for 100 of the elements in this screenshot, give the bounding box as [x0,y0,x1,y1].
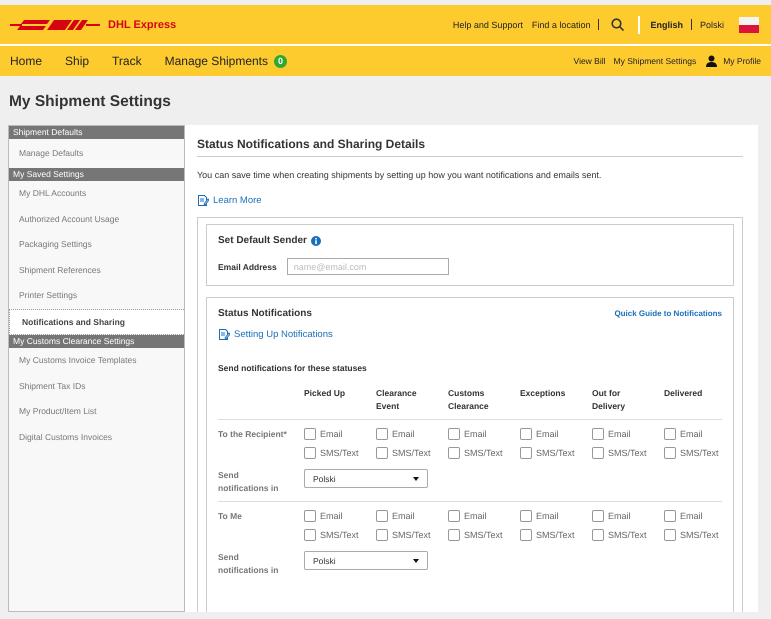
checkbox-label: SMS/Text [320,448,359,458]
link[interactable]: Setting Up Notifications [234,329,333,340]
flag-icon [739,16,759,32]
checkbox[interactable] [376,428,388,440]
checkbox-label: Email [464,511,487,521]
checkbox-label: SMS/Text [392,448,431,458]
search-icon[interactable] [611,18,624,31]
checkbox-label: Email [320,511,343,521]
checkbox-label: SMS/Text [608,448,647,458]
header-link[interactable]: Find a location [532,20,590,30]
sidebar-item[interactable]: My Product/Item List [9,399,184,425]
brand-name: DHL Express [108,18,176,30]
checkbox[interactable] [592,529,604,541]
nav-link[interactable]: Ship [65,54,90,68]
nav-link[interactable]: Manage Shipments [164,54,268,68]
row-label: To the Recipient* [218,428,288,441]
card-title: Status Notifications [218,308,312,319]
sidebar-item[interactable]: Shipment References [9,258,184,284]
email-field[interactable]: name@email.com [286,258,449,275]
sidebar-item[interactable]: Manage Defaults [9,139,184,168]
checkbox-label: Email [392,429,415,439]
page-title: My Shipment Settings [9,93,172,111]
checkbox-label: Email [392,511,415,521]
checkbox-label: SMS/Text [536,530,575,540]
checkbox[interactable] [376,447,388,459]
checkbox[interactable] [448,529,460,541]
card-title: Set Default Sender [218,235,307,246]
checkbox[interactable] [376,510,388,522]
checkbox[interactable] [304,510,316,522]
link[interactable]: Quick Guide to Notifications [614,309,722,318]
nav-link[interactable]: Home [10,54,42,68]
column-header: Clearance Event [376,387,418,413]
checkbox[interactable] [304,529,316,541]
sidebar-section-header: My Saved Settings [9,168,184,181]
checkbox-label: SMS/Text [536,448,575,458]
checkbox[interactable] [448,428,460,440]
info-icon [310,236,321,246]
caret-icon [413,558,419,562]
sidebar-item[interactable]: Printer Settings [9,283,184,309]
checkbox-label: Email [464,429,487,439]
sidebar-section-header: Shipment Defaults [9,126,184,139]
nav-link[interactable]: My Shipment Settings [614,56,696,66]
language-dropdown[interactable]: Polski [304,469,428,488]
checkbox-label: Email [320,429,343,439]
checkbox[interactable] [592,447,604,459]
checkbox-label: SMS/Text [608,530,647,540]
sidebar-item[interactable]: Digital Customs Invoices [9,424,184,450]
checkbox[interactable] [448,447,460,459]
sidebar-section-header: My Customs Clearance Settings [9,334,184,348]
checkbox[interactable] [376,529,388,541]
description-text: You can save time when creating shipments by setting up how you want notifications and emails sent. [197,170,602,180]
checkbox[interactable] [520,529,532,541]
link[interactable]: Learn More [213,195,262,206]
checkbox-label: Email [608,511,631,521]
document-edit-icon [218,328,230,341]
checkbox[interactable] [520,447,532,459]
count-badge: 0 [274,54,288,68]
subtitle: Send notifications for these statuses [218,363,368,373]
checkbox[interactable] [448,510,460,522]
nav-link[interactable]: Track [112,54,142,68]
checkbox-label: SMS/Text [680,530,719,540]
field-label: Email Address [218,262,277,272]
column-header: Exceptions [520,387,566,400]
section-title: Status Notifications and Sharing Details [197,137,743,157]
checkbox[interactable] [664,428,676,440]
language-link[interactable]: Polski [700,20,724,30]
checkbox-label: Email [680,429,703,439]
caret-icon [413,476,419,480]
sidebar-item[interactable]: Notifications and Sharing [9,308,184,335]
checkbox-label: SMS/Text [464,530,503,540]
checkbox[interactable] [520,428,532,440]
nav-link[interactable]: My Profile [723,56,761,66]
checkbox[interactable] [520,510,532,522]
checkbox-label: Email [536,429,559,439]
language-link[interactable]: English [650,20,683,30]
field-label: Send notifications in [218,551,280,577]
sidebar-item[interactable]: My Customs Invoice Templates [9,348,184,374]
checkbox[interactable] [664,447,676,459]
sidebar-item[interactable]: Shipment Tax IDs [9,374,184,400]
nav-link[interactable]: View Bill [574,56,606,66]
row-label: To Me [218,510,243,523]
checkbox[interactable] [304,428,316,440]
checkbox-label: SMS/Text [680,448,719,458]
checkbox[interactable] [592,510,604,522]
checkbox-label: Email [536,511,559,521]
document-edit-icon [197,194,209,207]
checkbox-label: SMS/Text [392,530,431,540]
sidebar-item[interactable]: Packaging Settings [9,232,184,258]
checkbox[interactable] [664,529,676,541]
column-header: Picked Up [304,387,346,400]
checkbox[interactable] [664,510,676,522]
checkbox-label: Email [608,429,631,439]
header-link[interactable]: Help and Support [452,20,523,30]
sidebar-item[interactable]: Authorized Account Usage [9,206,184,232]
checkbox[interactable] [304,447,316,459]
column-header: Customs Clearance [448,387,490,413]
sidebar-item[interactable]: My DHL Accounts [9,181,184,207]
checkbox[interactable] [592,428,604,440]
field-label: Send notifications in [218,469,280,495]
language-dropdown[interactable]: Polski [304,551,428,570]
